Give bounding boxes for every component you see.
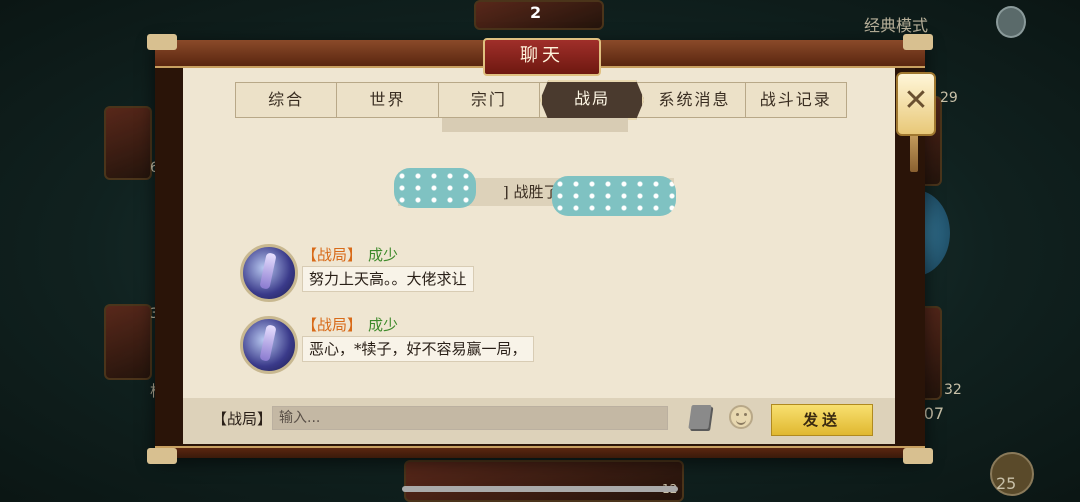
frame-corner: [147, 34, 177, 50]
message-channel: 【战局】: [302, 316, 363, 334]
bg-count-right-2: 32: [944, 382, 962, 398]
tab-battle[interactable]: 战局: [539, 80, 645, 120]
bg-card-bottom: [404, 460, 684, 502]
smile-icon[interactable]: [729, 405, 753, 429]
message-sender[interactable]: 成少: [368, 246, 398, 264]
avatar[interactable]: [240, 316, 298, 374]
avatar[interactable]: [240, 244, 298, 302]
clipped-message: [442, 118, 628, 132]
bg-card-left-2: [104, 304, 152, 380]
message-channel: 【战局】: [302, 246, 363, 264]
lantern-tassel: [910, 132, 918, 172]
send-button[interactable]: 发送: [771, 404, 873, 436]
bg-count-top: 2: [530, 3, 542, 22]
message-sender[interactable]: 成少: [368, 316, 398, 334]
panel-bottom-frame: [155, 446, 925, 458]
frame-corner: [147, 448, 177, 464]
close-icon[interactable]: ✕: [896, 72, 936, 136]
bg-card-left-1: [104, 106, 152, 180]
message-text: 恶心，*犊子，好不容易赢一局，: [302, 336, 534, 362]
frame-corner: [903, 448, 933, 464]
input-channel-label[interactable]: 【战局】: [212, 408, 272, 429]
censor-blob: [552, 176, 676, 216]
notes-icon[interactable]: [996, 6, 1026, 38]
frame-corner: [903, 34, 933, 50]
tab-battle-log[interactable]: 战斗记录: [746, 83, 846, 117]
censor-blob: [394, 168, 476, 208]
mode-label: 经典模式: [864, 16, 929, 35]
tab-system[interactable]: 系统消息: [644, 83, 746, 117]
message-text: 努力上天高。。大佬求让: [302, 266, 474, 292]
tab-world[interactable]: 世界: [337, 83, 439, 117]
message-header: 【战局】 成少: [302, 244, 398, 265]
message-header: 【战局】 成少: [302, 314, 398, 335]
bg-count-right-1: 29: [940, 90, 958, 106]
chat-title: 聊天: [483, 38, 601, 76]
tab-sect[interactable]: 宗门: [439, 83, 540, 117]
bg-coin-count: 25: [996, 474, 1017, 493]
home-indicator: [402, 486, 678, 492]
chat-tabs: 综合 世界 宗门 战局 系统消息 战斗记录: [235, 80, 847, 120]
chat-input[interactable]: [272, 406, 668, 430]
system-bracket-close: ]: [502, 183, 509, 201]
book-icon[interactable]: [688, 405, 712, 429]
tab-general[interactable]: 综合: [236, 83, 338, 117]
